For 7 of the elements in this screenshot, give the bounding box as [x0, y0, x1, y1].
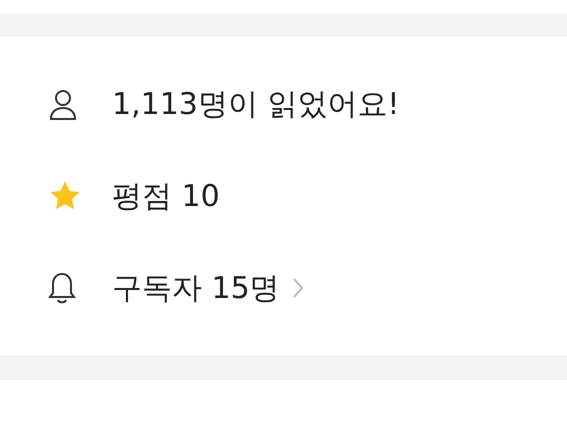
person-icon	[48, 88, 78, 120]
star-icon	[48, 180, 82, 212]
info-text: 1,113명이 읽었어요!	[112, 86, 400, 124]
chevron-right-icon[interactable]	[292, 277, 304, 299]
info-text: 평점 10	[112, 178, 220, 216]
bell-icon	[48, 271, 76, 305]
info-text[interactable]: 구독자 15명	[112, 266, 280, 310]
